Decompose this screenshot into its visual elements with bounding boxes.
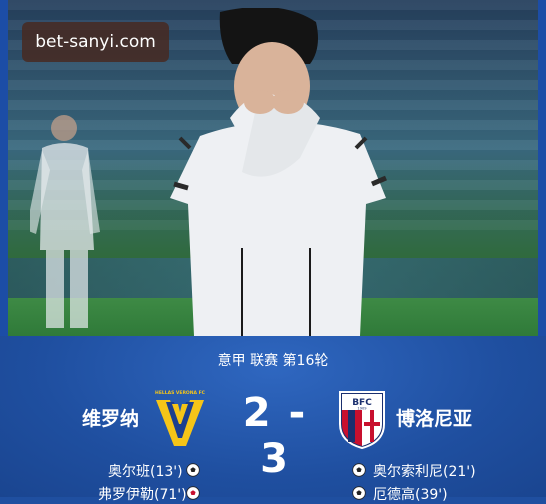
away-scorer-1: 奥尔索利尼(21') — [373, 464, 476, 480]
bologna-crest-icon: BFC 1909 — [339, 391, 385, 450]
soccer-ball-icon — [186, 486, 200, 500]
soccer-ball-icon — [352, 463, 366, 477]
soccer-ball-icon — [186, 463, 200, 477]
away-score: 3 — [260, 436, 290, 482]
home-scorer-2: 弗罗伊勒(71') — [98, 487, 187, 503]
celebrating-player — [170, 8, 387, 336]
verona-crest-icon: HELLAS VERONA FC — [155, 390, 206, 446]
away-scorer-2: 厄德高(39') — [373, 487, 448, 503]
site-watermark: bet-sanyi.com — [22, 22, 169, 62]
home-team-name: 维罗纳 — [82, 408, 140, 430]
svg-text:HELLAS VERONA FC: HELLAS VERONA FC — [155, 390, 206, 396]
final-score: 2 - 3 — [223, 390, 327, 482]
away-team-name: 博洛尼亚 — [396, 408, 473, 430]
soccer-ball-icon — [352, 486, 366, 500]
home-scorer-1: 奥尔班(13') — [108, 464, 183, 480]
score-separator: - — [288, 390, 308, 436]
competition-label: 意甲 联赛 第16轮 — [217, 353, 329, 369]
background-player — [30, 115, 100, 328]
svg-text:1909: 1909 — [357, 407, 367, 411]
home-score: 2 — [242, 390, 273, 436]
